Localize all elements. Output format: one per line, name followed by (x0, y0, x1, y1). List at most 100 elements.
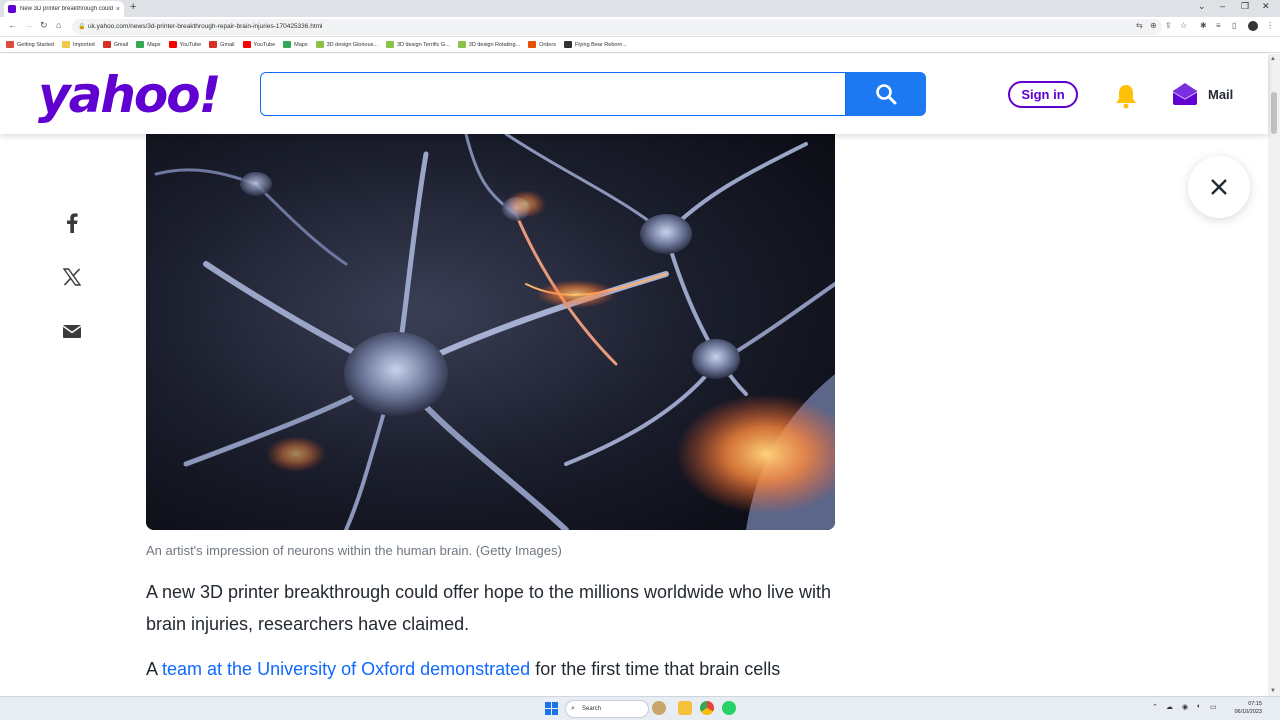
article-hero-image (146, 134, 835, 530)
browser-tab[interactable]: New 3D printer breakthrough could... × (4, 1, 124, 17)
sign-in-button[interactable]: Sign in (1008, 81, 1078, 108)
bookmark-item[interactable]: 3D design Rotating... (457, 41, 521, 48)
taskbar-search[interactable]: ⌕ Search (565, 700, 649, 718)
close-window-icon[interactable]: ✕ (1262, 1, 1270, 12)
new-tab-button[interactable]: + (130, 1, 136, 13)
bookmark-favicon-icon (6, 41, 14, 48)
battery-icon[interactable]: ▭ (1210, 703, 1217, 711)
bookmark-favicon-icon (62, 41, 70, 48)
whatsapp-icon[interactable] (722, 701, 736, 715)
bookmark-item[interactable]: Maps (136, 41, 161, 48)
scroll-up-icon[interactable]: ▲ (1270, 56, 1276, 62)
menu-icon[interactable]: ⋮ (1266, 21, 1274, 30)
share-facebook-button[interactable] (60, 211, 84, 235)
bookmark-item[interactable]: YouTube (242, 41, 275, 48)
url-text: uk.yahoo.com/news/3d-printer-breakthroug… (88, 23, 323, 30)
bookmark-favicon-icon (528, 41, 537, 48)
neurons-illustration (146, 134, 835, 530)
search-input[interactable] (260, 72, 846, 116)
bookmark-label: Orders (539, 41, 556, 48)
close-button[interactable] (1188, 156, 1250, 218)
windows-start-icon[interactable] (545, 702, 558, 715)
bookmark-item[interactable]: Gmail (209, 41, 235, 48)
paragraph-text: for the first time that brain cells (530, 659, 781, 679)
bookmark-label: YouTube (179, 41, 202, 48)
restore-icon[interactable]: ❐ (1241, 1, 1249, 12)
chrome-icon[interactable] (700, 701, 714, 715)
bookmark-favicon-icon (242, 41, 251, 48)
translate-icon[interactable]: ⇆ (1136, 21, 1143, 30)
clock-time: 07:15 (1248, 701, 1262, 707)
extensions-icon[interactable]: ✱ (1200, 21, 1207, 30)
onedrive-icon[interactable]: ☁ (1166, 703, 1173, 711)
bookmark-item[interactable]: Imported (62, 41, 95, 48)
side-panel-icon[interactable]: ▯ (1232, 21, 1236, 30)
yahoo-logo[interactable]: yahoo! (38, 70, 221, 120)
bookmark-label: Gmail (220, 41, 235, 48)
forward-icon[interactable]: → (24, 20, 33, 30)
bookmark-item[interactable]: YouTube (168, 41, 202, 48)
bookmark-item[interactable]: Flying Bear Reborn... (563, 41, 627, 48)
bookmark-star-icon[interactable]: ☆ (1180, 21, 1187, 30)
reload-icon[interactable]: ↻ (40, 20, 48, 31)
bookmark-favicon-icon (102, 41, 111, 48)
bookmark-favicon-icon (315, 41, 324, 48)
back-icon[interactable]: ← (8, 20, 17, 30)
bookmark-item[interactable]: Getting Started (6, 41, 54, 48)
close-icon (1211, 179, 1227, 195)
bookmark-favicon-icon (457, 41, 466, 48)
bookmark-label: Imported (73, 41, 95, 48)
home-icon[interactable]: ⌂ (56, 20, 61, 30)
bookmark-item[interactable]: 3D design Glorious... (315, 41, 378, 48)
scroll-down-icon[interactable]: ▼ (1270, 688, 1276, 694)
bookmark-label: 3D design Terrific G... (396, 41, 450, 48)
bookmark-item[interactable]: Orders (528, 41, 556, 48)
bookmark-item[interactable]: 3D design Terrific G... (385, 41, 450, 48)
share-email-button[interactable] (60, 319, 84, 343)
bookmark-label: Getting Started (17, 41, 54, 48)
yahoo-favicon-icon (8, 5, 16, 13)
bookmark-item[interactable]: Maps (283, 41, 308, 48)
bell-icon[interactable] (1112, 82, 1140, 110)
share-x-button[interactable] (60, 265, 84, 289)
zoom-icon[interactable]: ⊕ (1150, 21, 1157, 30)
mail-label: Mail (1208, 86, 1234, 102)
tray-chevron-icon[interactable]: ⌃ (1152, 703, 1158, 711)
bookmark-favicon-icon (283, 41, 292, 48)
bookmark-favicon-icon (209, 41, 218, 48)
x-icon (63, 268, 81, 286)
yahoo-header: yahoo! Sign in Mail (0, 54, 1268, 134)
search-icon: ⌕ (571, 705, 575, 712)
bookmark-label: Flying Bear Reborn... (574, 41, 627, 48)
search-button[interactable] (846, 72, 926, 116)
taskbar-search-label: Search (582, 706, 602, 712)
article-paragraph: A new 3D printer breakthrough could offe… (146, 582, 832, 634)
tab-close-icon[interactable]: × (116, 6, 120, 13)
minimize-icon[interactable]: – (1220, 1, 1225, 11)
file-explorer-icon[interactable] (678, 701, 692, 715)
address-bar[interactable]: 🔒 uk.yahoo.com/news/3d-printer-breakthro… (72, 19, 1162, 35)
email-icon (62, 325, 82, 338)
bookmark-label: Maps (294, 41, 308, 48)
reading-list-icon[interactable]: ≡ (1216, 21, 1221, 30)
network-icon[interactable]: ◉ (1182, 703, 1188, 711)
bookmark-label: 3D design Rotating... (468, 41, 521, 48)
speaker-icon[interactable]: ◖ (1196, 703, 1200, 710)
share-page-icon[interactable]: ⇪ (1165, 21, 1172, 30)
bookmark-label: Gmail (113, 41, 129, 48)
profile-avatar-icon[interactable] (1248, 21, 1258, 31)
page-scrollbar[interactable]: ▲ ▼ (1268, 54, 1280, 696)
search-icon (876, 84, 897, 105)
oxford-team-link[interactable]: team at the University of Oxford demonst… (162, 659, 530, 679)
bookmark-favicon-icon (385, 41, 394, 48)
bookmark-label: Maps (147, 41, 161, 48)
tab-title: New 3D printer breakthrough could... (20, 6, 113, 12)
chevron-down-icon[interactable]: ⌄ (1198, 1, 1206, 12)
facebook-icon (67, 213, 78, 233)
image-caption: An artist's impression of neurons within… (146, 543, 562, 558)
widgets-icon[interactable] (652, 701, 666, 715)
taskbar-clock[interactable]: 07:15 06/10/2023 (1222, 700, 1262, 716)
bookmark-item[interactable]: Gmail (102, 41, 129, 48)
mail-link[interactable]: Mail (1172, 82, 1233, 106)
scrollbar-thumb[interactable] (1271, 92, 1277, 134)
